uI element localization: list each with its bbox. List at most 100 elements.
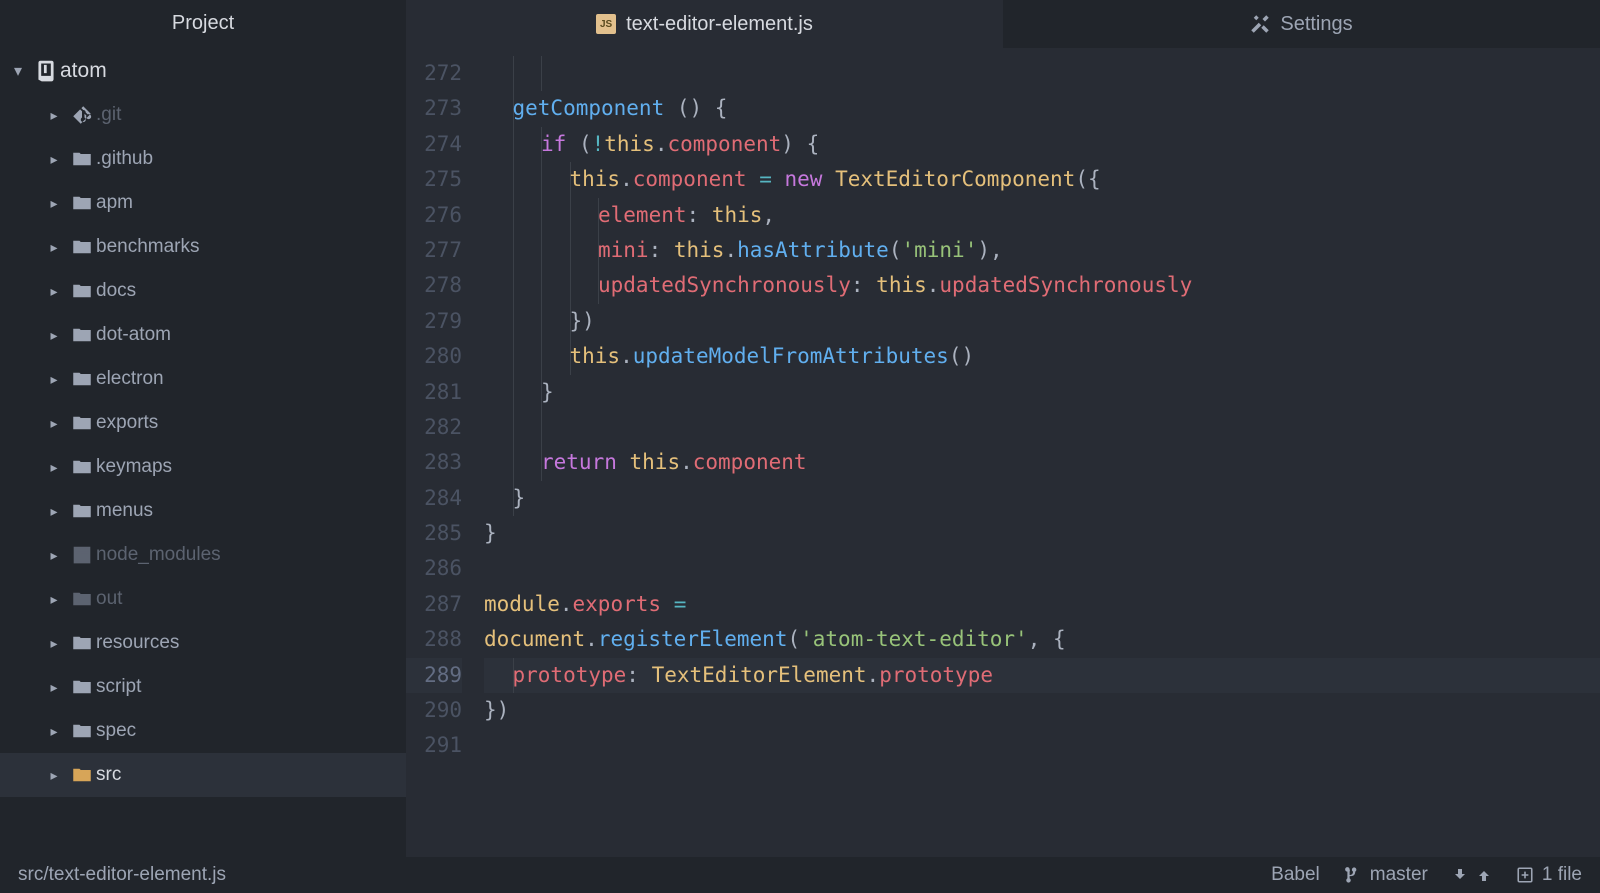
code-line[interactable]	[484, 728, 1600, 763]
chevron-right-icon[interactable]	[40, 767, 68, 784]
line-number[interactable]: 291	[406, 728, 462, 763]
chevron-right-icon[interactable]	[40, 283, 68, 300]
code-line[interactable]	[484, 410, 1600, 445]
tree-item--github[interactable]: .github	[0, 137, 406, 181]
chevron-right-icon[interactable]	[40, 195, 68, 212]
status-grammar[interactable]: Babel	[1271, 864, 1320, 886]
folder-icon	[68, 765, 96, 785]
tree-item-keymaps[interactable]: keymaps	[0, 445, 406, 489]
tree-root[interactable]: atom	[0, 49, 406, 93]
line-number[interactable]: 277	[406, 233, 462, 268]
chevron-right-icon[interactable]	[40, 459, 68, 476]
line-number[interactable]: 282	[406, 410, 462, 445]
line-number[interactable]: 289	[406, 658, 462, 693]
folder-icon	[68, 501, 96, 521]
code-line[interactable]	[484, 551, 1600, 586]
chevron-right-icon[interactable]	[40, 371, 68, 388]
line-number[interactable]: 285	[406, 516, 462, 551]
line-number[interactable]: 288	[406, 622, 462, 657]
code-line[interactable]: if (!this.component) {	[484, 127, 1600, 162]
code-line[interactable]: updatedSynchronously: this.updatedSynchr…	[484, 268, 1600, 303]
status-branch[interactable]: master	[1344, 864, 1428, 886]
js-file-icon: JS	[596, 14, 616, 34]
chevron-right-icon[interactable]	[40, 547, 68, 564]
status-diff[interactable]: 1 file	[1516, 864, 1582, 886]
line-number[interactable]: 272	[406, 56, 462, 91]
tools-icon	[1250, 14, 1270, 34]
code-line[interactable]: module.exports =	[484, 587, 1600, 622]
line-number[interactable]: 278	[406, 268, 462, 303]
line-number[interactable]: 287	[406, 587, 462, 622]
code-line[interactable]: })	[484, 304, 1600, 339]
tree-item-electron[interactable]: electron	[0, 357, 406, 401]
line-number[interactable]: 290	[406, 693, 462, 728]
tree-item-label: out	[96, 588, 122, 610]
status-file-path[interactable]: src/text-editor-element.js	[18, 864, 226, 886]
tree-item-out[interactable]: out	[0, 577, 406, 621]
code-line[interactable]: document.registerElement('atom-text-edit…	[484, 622, 1600, 657]
code-content[interactable]: getComponent () {if (!this.component) {t…	[484, 56, 1600, 857]
tree-item-apm[interactable]: apm	[0, 181, 406, 225]
tree-item-exports[interactable]: exports	[0, 401, 406, 445]
tree-item--git[interactable]: .git	[0, 93, 406, 137]
tree-item-benchmarks[interactable]: benchmarks	[0, 225, 406, 269]
code-line[interactable]: }	[484, 516, 1600, 551]
tree-item-label: node_modules	[96, 544, 221, 566]
tree-item-resources[interactable]: resources	[0, 621, 406, 665]
tab-file[interactable]: JS text-editor-element.js	[406, 0, 1003, 48]
code-line[interactable]	[484, 56, 1600, 91]
tree-item-menus[interactable]: menus	[0, 489, 406, 533]
tree-item-docs[interactable]: docs	[0, 269, 406, 313]
line-number[interactable]: 284	[406, 481, 462, 516]
chevron-right-icon[interactable]	[40, 635, 68, 652]
code-line[interactable]: this.component = new TextEditorComponent…	[484, 162, 1600, 197]
line-number[interactable]: 274	[406, 127, 462, 162]
folder-icon	[68, 325, 96, 345]
tree-item-label: .git	[96, 104, 121, 126]
chevron-right-icon[interactable]	[40, 239, 68, 256]
chevron-right-icon[interactable]	[40, 327, 68, 344]
folder-icon	[68, 369, 96, 389]
code-line[interactable]: }	[484, 481, 1600, 516]
line-number-gutter[interactable]: 2722732742752762772782792802812822832842…	[406, 56, 484, 857]
code-line[interactable]: this.updateModelFromAttributes()	[484, 339, 1600, 374]
code-line[interactable]: getComponent () {	[484, 91, 1600, 126]
line-number[interactable]: 280	[406, 339, 462, 374]
tab-settings[interactable]: Settings	[1003, 0, 1600, 48]
folder-icon	[68, 281, 96, 301]
line-number[interactable]: 275	[406, 162, 462, 197]
text-editor[interactable]: 2722732742752762772782792802812822832842…	[406, 48, 1600, 857]
code-line[interactable]: prototype: TextEditorElement.prototype	[484, 658, 1600, 693]
tree-item-label: apm	[96, 192, 133, 214]
code-line[interactable]: })	[484, 693, 1600, 728]
chevron-right-icon[interactable]	[40, 151, 68, 168]
chevron-right-icon[interactable]	[40, 107, 68, 124]
tree-item-node-modules[interactable]: node_modules	[0, 533, 406, 577]
chevron-down-icon[interactable]	[4, 61, 32, 81]
code-line[interactable]: element: this,	[484, 198, 1600, 233]
line-number[interactable]: 281	[406, 375, 462, 410]
chevron-right-icon[interactable]	[40, 679, 68, 696]
pkg-icon	[68, 545, 96, 565]
tree-item-script[interactable]: script	[0, 665, 406, 709]
status-branch-name: master	[1370, 864, 1428, 886]
arrow-up-icon[interactable]	[1476, 867, 1492, 883]
code-line[interactable]: return this.component	[484, 445, 1600, 480]
chevron-right-icon[interactable]	[40, 415, 68, 432]
line-number[interactable]: 276	[406, 198, 462, 233]
chevron-right-icon[interactable]	[40, 723, 68, 740]
tree-item-src[interactable]: src	[0, 753, 406, 797]
tree-item-spec[interactable]: spec	[0, 709, 406, 753]
code-line[interactable]: mini: this.hasAttribute('mini'),	[484, 233, 1600, 268]
tree-item-label: resources	[96, 632, 179, 654]
line-number[interactable]: 286	[406, 551, 462, 586]
line-number[interactable]: 279	[406, 304, 462, 339]
line-number[interactable]: 283	[406, 445, 462, 480]
folder-icon	[68, 457, 96, 477]
arrow-down-icon[interactable]	[1452, 867, 1468, 883]
code-line[interactable]: }	[484, 375, 1600, 410]
tree-item-dot-atom[interactable]: dot-atom	[0, 313, 406, 357]
chevron-right-icon[interactable]	[40, 591, 68, 608]
line-number[interactable]: 273	[406, 91, 462, 126]
chevron-right-icon[interactable]	[40, 503, 68, 520]
